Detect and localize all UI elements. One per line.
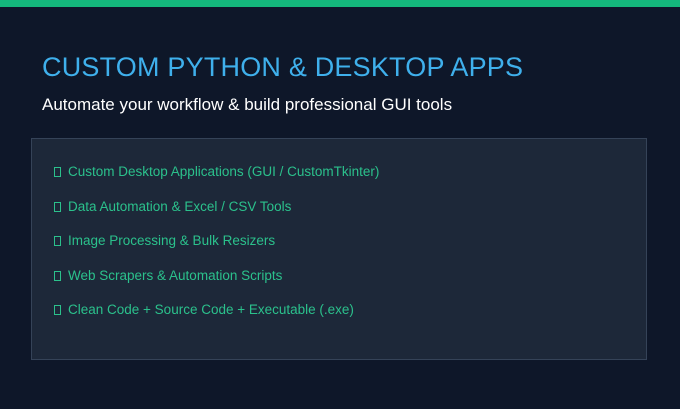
feature-item-label: Clean Code + Source Code + Executable (.…	[68, 302, 354, 317]
page-title: CUSTOM PYTHON & DESKTOP APPS	[42, 52, 524, 82]
feature-item-label: Data Automation & Excel / CSV Tools	[68, 198, 292, 214]
top-accent-bar	[0, 0, 680, 7]
missing-glyph-box-icon	[54, 167, 61, 177]
feature-item-data-automation: Data Automation & Excel / CSV Tools	[54, 199, 379, 234]
feature-item-label: Web Scrapers & Automation Scripts	[68, 267, 283, 283]
missing-glyph-box-icon	[54, 270, 61, 281]
missing-glyph-box-icon	[54, 236, 61, 246]
feature-item-clean-code: Clean Code + Source Code + Executable (.…	[54, 302, 379, 337]
feature-list: Custom Desktop Applications (GUI / Custo…	[54, 164, 379, 337]
feature-panel: Custom Desktop Applications (GUI / Custo…	[31, 138, 647, 360]
page-subtitle: Automate your workflow & build professio…	[42, 95, 453, 114]
missing-glyph-box-icon	[54, 201, 61, 212]
feature-item-label: Custom Desktop Applications (GUI / Custo…	[68, 164, 380, 179]
feature-item-image-processing: Image Processing & Bulk Resizers	[54, 233, 379, 268]
missing-glyph-box-icon	[54, 305, 61, 315]
feature-item-label: Image Processing & Bulk Resizers	[68, 233, 276, 248]
feature-item-desktop-apps: Custom Desktop Applications (GUI / Custo…	[54, 164, 379, 199]
feature-item-web-scrapers: Web Scrapers & Automation Scripts	[54, 268, 379, 303]
